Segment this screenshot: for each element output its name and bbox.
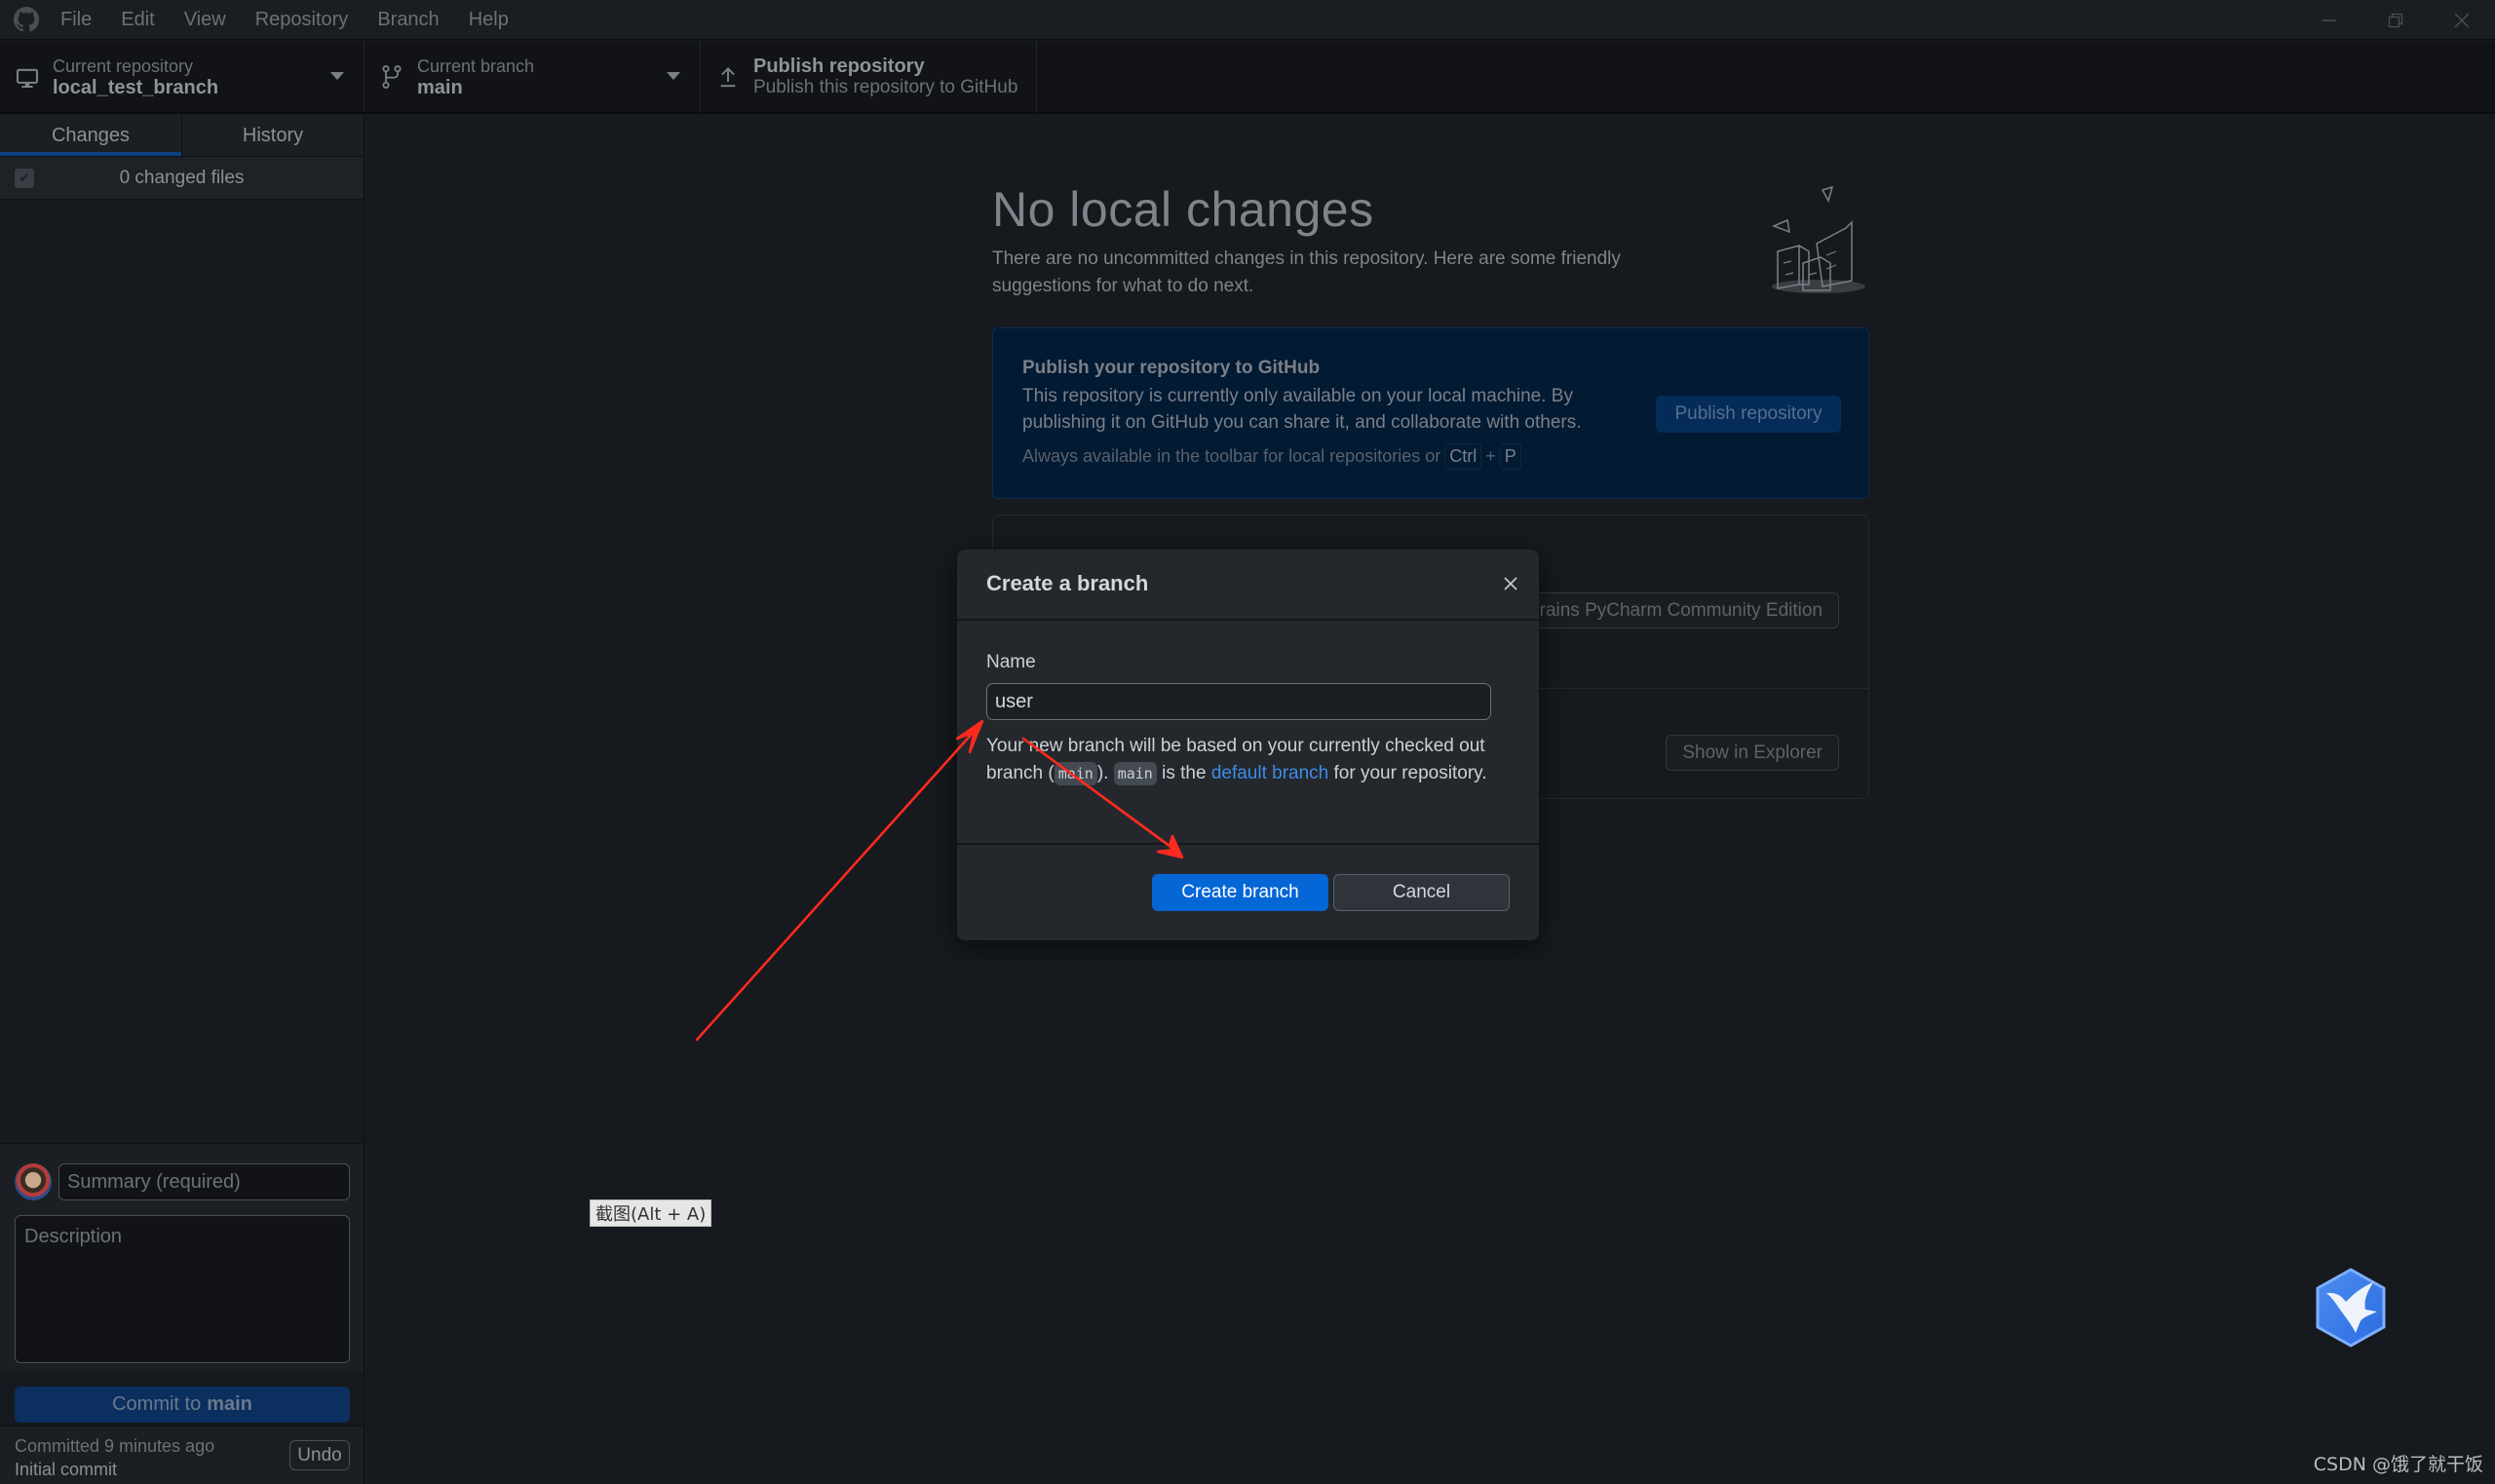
- code-default-branch: main: [1113, 762, 1157, 785]
- publish-suggestion-card: Publish your repository to GitHub This r…: [992, 327, 1869, 499]
- kbd-joiner: +: [1485, 446, 1496, 466]
- open-in-editor-button[interactable]: Open in JetBrains PyCharm Community Edit…: [1508, 592, 1839, 628]
- empty-state-illustration-icon: [1771, 185, 1865, 293]
- kbd-p: P: [1499, 443, 1521, 470]
- cancel-button[interactable]: Cancel: [1333, 874, 1510, 911]
- show-in-explorer-button[interactable]: Show in Explorer: [1666, 735, 1839, 771]
- desc-text-2: ).: [1096, 763, 1114, 783]
- desc-text-3: is the: [1156, 763, 1211, 783]
- publish-repository-card-button[interactable]: Publish repository: [1656, 396, 1841, 433]
- screenshot-tooltip: 截图(Alt + A): [590, 1199, 712, 1227]
- publish-card-description: This repository is currently only availa…: [1022, 386, 1582, 433]
- kbd-ctrl: Ctrl: [1444, 443, 1482, 470]
- thunder-bird-app-icon[interactable]: [2313, 1267, 2389, 1349]
- dialog-title: Create a branch: [986, 571, 1149, 595]
- dialog-close-button[interactable]: [1500, 573, 1521, 594]
- publish-card-title: Publish your repository to GitHub: [1022, 358, 1321, 378]
- code-current-branch: main: [1054, 762, 1097, 785]
- watermark: CSDN @饿了就干饭: [2313, 1454, 2483, 1475]
- dialog-header: Create a branch: [957, 550, 1539, 621]
- create-branch-dialog: Create a branch Name user Your new branc…: [957, 550, 1539, 940]
- desc-text-4: for your repository.: [1328, 763, 1487, 783]
- publish-card-hint: Always available in the toolbar for loca…: [1022, 443, 1525, 470]
- create-branch-button[interactable]: Create branch: [1152, 874, 1328, 911]
- page-description: There are no uncommitted changes in this…: [992, 248, 1621, 296]
- publish-hint-text: Always available in the toolbar for loca…: [1022, 446, 1441, 466]
- default-branch-link[interactable]: default branch: [1211, 763, 1328, 783]
- dialog-footer: Create branch Cancel: [957, 843, 1539, 940]
- branch-name-label: Name: [986, 652, 1036, 672]
- close-icon: [1504, 577, 1517, 590]
- branch-description: Your new branch will be based on your cu…: [986, 733, 1513, 787]
- branch-name-input[interactable]: user: [986, 683, 1491, 720]
- page-title: No local changes: [992, 182, 1374, 237]
